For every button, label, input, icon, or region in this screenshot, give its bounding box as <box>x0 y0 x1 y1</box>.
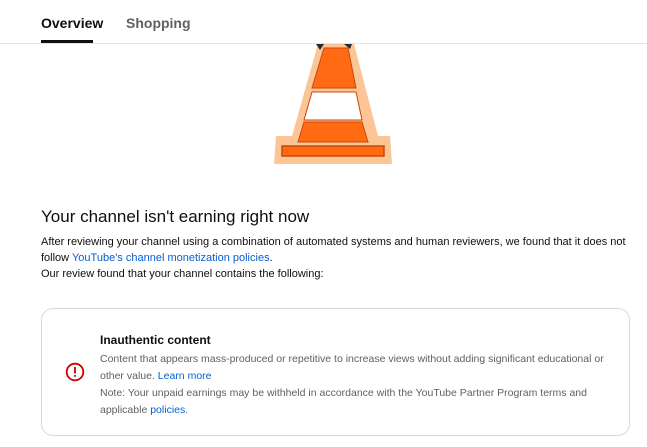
violation-description: Content that appears mass-produced or re… <box>100 351 615 385</box>
learn-more-link[interactable]: Learn more <box>158 370 212 382</box>
status-title: Your channel isn't earning right now <box>41 207 310 226</box>
tab-shopping[interactable]: Shopping <box>126 15 191 31</box>
monetization-policies-link[interactable]: YouTube's channel monetization policies <box>72 252 270 264</box>
alert-circle-icon <box>65 362 85 382</box>
review-line: Our review found that your channel conta… <box>41 268 324 280</box>
tab-overview[interactable]: Overview <box>41 15 103 31</box>
violation-details: Content that appears mass-produced or re… <box>100 351 615 419</box>
policies-link[interactable]: policies <box>150 404 185 416</box>
intro-end: . <box>269 252 273 264</box>
violation-note: Note: Your unpaid earnings may be withhe… <box>100 385 615 419</box>
traffic-cone-illustration <box>274 44 392 164</box>
violation-card: Inauthentic content Content that appears… <box>41 308 630 436</box>
violation-title: Inauthentic content <box>100 333 211 347</box>
note-end: . <box>185 404 189 416</box>
tab-bar: Overview Shopping <box>0 0 647 44</box>
status-intro: After reviewing your channel using a com… <box>41 234 641 266</box>
monetization-status-page: Overview Shopping Your channel isn't ear… <box>0 0 647 447</box>
status-description: After reviewing your channel using a com… <box>41 234 641 282</box>
active-tab-indicator <box>41 40 93 43</box>
